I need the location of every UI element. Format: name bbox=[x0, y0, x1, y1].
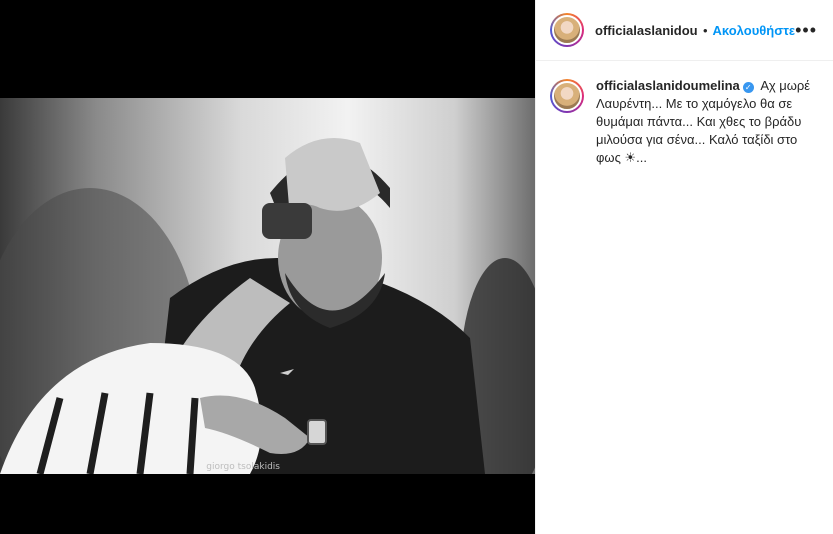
caption-author-avatar[interactable] bbox=[550, 79, 584, 113]
photo-credit: giorgo tsolakidis bbox=[206, 462, 280, 472]
caption-comment: officialaslanidoumelina ✓ Αχ μωρέ Λαυρέντ… bbox=[536, 61, 833, 167]
post-photo[interactable]: giorgo tsolakidis bbox=[0, 98, 535, 474]
avatar-image bbox=[552, 81, 582, 111]
header-username[interactable]: officialaslanidoumelina bbox=[595, 23, 698, 38]
post-media[interactable]: giorgo tsolakidis bbox=[0, 0, 535, 534]
post-sidebar: officialaslanidoumelina • Ακολουθήστε ••… bbox=[535, 0, 833, 534]
photo-illustration bbox=[0, 138, 535, 474]
caption-body: officialaslanidoumelina ✓ Αχ μωρέ Λαυρέντ… bbox=[596, 77, 817, 167]
post-header: officialaslanidoumelina • Ακολουθήστε ••… bbox=[536, 0, 833, 61]
verified-badge-icon: ✓ bbox=[742, 82, 754, 93]
author-avatar[interactable] bbox=[550, 13, 584, 47]
caption-username[interactable]: officialaslanidoumelina bbox=[596, 78, 740, 93]
follow-button[interactable]: Ακολουθήστε bbox=[713, 23, 796, 38]
more-options-icon[interactable]: ••• bbox=[795, 20, 817, 41]
instagram-post: giorgo tsolakidis officialaslanidoumelin… bbox=[0, 0, 833, 534]
separator-dot: • bbox=[702, 22, 708, 38]
avatar-image bbox=[552, 15, 582, 45]
